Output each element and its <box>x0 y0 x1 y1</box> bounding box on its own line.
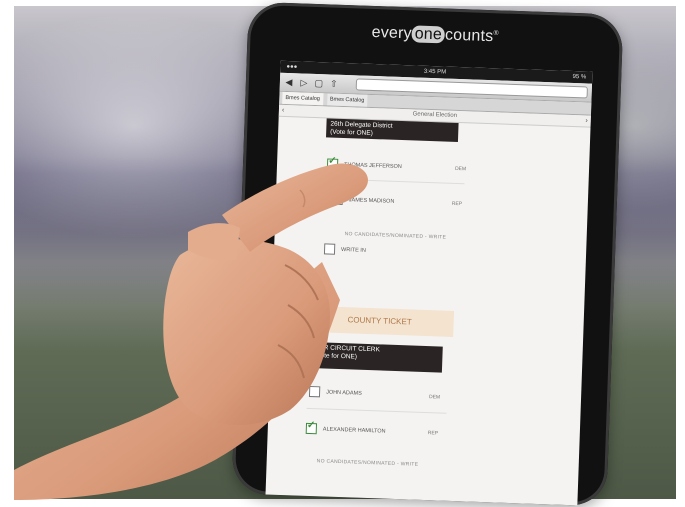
write-in-checkbox-top[interactable] <box>323 243 336 255</box>
candidate-row-adams[interactable]: JOHN ADAMS <box>308 385 362 399</box>
brand-text-one: one <box>411 25 446 44</box>
next-page-icon[interactable]: › <box>585 115 588 126</box>
share-icon[interactable]: ⇧ <box>329 78 339 89</box>
candidate-checkbox-madison[interactable] <box>331 193 344 206</box>
status-battery: 95 % <box>572 73 587 81</box>
prev-page-icon[interactable]: ‹ <box>282 105 285 116</box>
page-title: General Election <box>412 111 458 119</box>
candidate-row-hamilton[interactable]: ALEXANDER HAMILTON <box>305 422 386 437</box>
candidate-name-jefferson: THOMAS JEFFERSON <box>343 161 402 170</box>
candidate-name-madison: JAMES MADISON <box>348 196 395 205</box>
candidate-row-jefferson[interactable]: THOMAS JEFFERSON <box>326 158 402 172</box>
ballot-content: 26th Delegate District (Vote for ONE) TH… <box>266 117 591 506</box>
back-icon[interactable]: ◀ <box>284 76 294 87</box>
brand-text-counts: counts <box>444 26 494 46</box>
county-ticket-banner: COUNTY TICKET <box>305 305 455 337</box>
candidate-row-madison[interactable]: JAMES MADISON <box>331 193 395 207</box>
signal-icon: ●●● <box>286 63 298 71</box>
browser-tab-1[interactable]: Bmes Catalog <box>282 91 324 106</box>
write-in-note-top: NO CANDIDATES/NOMINATED - WRITE <box>344 231 447 241</box>
contest-header-delegate: 26th Delegate District (Vote for ONE) <box>326 118 459 142</box>
candidate-party-jefferson: DEM <box>454 165 467 173</box>
candidate-checkbox-hamilton[interactable] <box>305 422 318 435</box>
forward-icon[interactable]: ▷ <box>299 77 309 88</box>
contest-header-circuit-clerk: FOR CIRCUIT CLERK (Vote for ONE) <box>309 341 443 373</box>
row-divider <box>324 178 465 185</box>
tablet-screen: ●●● 3:45 PM 95 % ◀ ▷ ▢ ⇧ Bmes Catalog Bm… <box>265 60 593 506</box>
write-in-row-top[interactable]: WRITE IN <box>323 243 366 255</box>
candidate-name-adams: JOHN ADAMS <box>326 389 362 397</box>
brand-text-every: every <box>371 23 413 43</box>
write-in-label-top: WRITE IN <box>341 246 366 254</box>
candidate-checkbox-jefferson[interactable] <box>326 158 339 170</box>
brand-trademark: ® <box>493 29 499 38</box>
candidate-party-madison: REP <box>451 200 463 208</box>
candidate-checkbox-adams[interactable] <box>308 385 321 398</box>
write-in-note-bottom: NO CANDIDATES/NOMINATED - WRITE <box>316 458 419 468</box>
status-time: 3:45 PM <box>423 68 447 76</box>
browser-tab-2[interactable]: Bmes Catalog <box>326 93 368 107</box>
tablet-device: every one counts® ●●● 3:45 PM 95 % ◀ ▷ ▢ ⇧… <box>231 1 624 507</box>
candidate-name-hamilton: ALEXANDER HAMILTON <box>322 425 386 435</box>
brand-logo: every one counts® <box>247 20 622 51</box>
candidate-party-adams: DEM <box>428 394 441 401</box>
bookmarks-icon[interactable]: ▢ <box>314 77 324 88</box>
row-divider <box>306 407 447 414</box>
candidate-party-hamilton: REP <box>427 430 439 437</box>
